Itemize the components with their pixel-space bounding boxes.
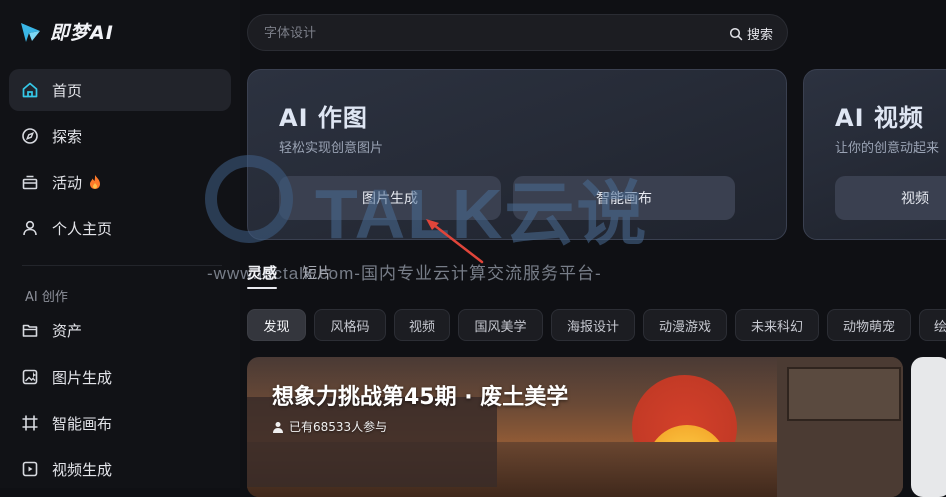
section-title-ai-create: AI 创作 (25, 290, 68, 305)
banner-title: 想象力挑战第45期 · 废土美学 (272, 385, 569, 410)
hero-card-ai-image: AI 作图 轻松实现创意图片 图片生成 智能画布 (247, 69, 787, 240)
sidebar-item-canvas[interactable]: 智能画布 (9, 402, 231, 444)
chip-style-code[interactable]: 风格码 (314, 309, 386, 341)
sidebar-item-label: 活动 (52, 173, 83, 192)
tab-short-film[interactable]: 短片 (302, 262, 332, 283)
image-generate-icon (21, 368, 39, 386)
chip-sci-fi[interactable]: 未来科幻 (735, 309, 819, 341)
gift-icon (21, 173, 39, 191)
person-icon (273, 421, 283, 433)
sidebar-item-label: 个人主页 (52, 219, 113, 238)
sidebar-item-profile[interactable]: 个人主页 (9, 207, 231, 249)
chip-more[interactable]: 绘 (919, 309, 946, 341)
next-banner-card[interactable] (911, 357, 946, 497)
chip-pets[interactable]: 动物萌宠 (827, 309, 911, 341)
participants-count: 已有68533人参与 (289, 420, 388, 434)
sidebar-item-image-generate[interactable]: 图片生成 (9, 356, 231, 398)
app-name: 即梦AI (50, 22, 114, 44)
logo-icon (21, 22, 40, 42)
sidebar-item-label: 图片生成 (52, 368, 113, 387)
chip-video[interactable]: 视频 (394, 309, 450, 341)
tab-active-indicator (247, 287, 277, 289)
video-generate-icon (21, 460, 39, 478)
sidebar-item-video-generate[interactable]: 视频生成 (9, 448, 231, 490)
search-input[interactable] (262, 15, 686, 52)
banner-participants: 已有68533人参与 (272, 418, 387, 435)
video-generate-button[interactable]: 视频 (835, 176, 946, 220)
hero-title: AI 视频 (835, 104, 924, 132)
image-generate-button[interactable]: 图片生成 (279, 176, 501, 220)
sidebar-item-label: 智能画布 (52, 414, 113, 433)
sidebar-item-label: 视频生成 (52, 460, 113, 479)
banner-signboard-decoration (787, 367, 901, 421)
canvas-icon (21, 414, 39, 432)
sidebar-divider (22, 265, 222, 266)
sidebar-item-activity[interactable]: 活动 (9, 161, 231, 203)
chip-anime-games[interactable]: 动漫游戏 (643, 309, 727, 341)
sidebar-item-label: 探索 (52, 127, 83, 146)
hero-title: AI 作图 (279, 104, 368, 132)
user-icon (21, 219, 39, 237)
chip-poster-design[interactable]: 海报设计 (551, 309, 635, 341)
sidebar-item-home[interactable]: 首页 (9, 69, 231, 111)
hero-subtitle: 让你的创意动起来 (835, 141, 940, 156)
hero-subtitle: 轻松实现创意图片 (279, 141, 384, 156)
sidebar-item-label: 首页 (52, 81, 83, 100)
compass-icon (21, 127, 39, 145)
sidebar: 即梦AI 首页 探索 活动 个人主页 AI 创作 资产 图片生成 智能画布 视频… (0, 0, 240, 488)
hero-card-ai-video: AI 视频 让你的创意动起来 视频 (803, 69, 946, 240)
search-button-label: 搜索 (746, 28, 773, 43)
sidebar-item-assets[interactable]: 资产 (9, 309, 231, 351)
fire-icon (90, 175, 101, 189)
search-button[interactable]: 搜索 (729, 24, 773, 43)
folder-icon (21, 321, 39, 339)
sidebar-item-explore[interactable]: 探索 (9, 115, 231, 157)
chip-chinese-style[interactable]: 国风美学 (458, 309, 543, 341)
search-bar: 搜索 (247, 14, 788, 52)
search-icon (729, 27, 743, 40)
sidebar-item-label: 资产 (52, 321, 83, 340)
tab-inspiration[interactable]: 灵感 (247, 262, 277, 283)
chip-discover[interactable]: 发现 (247, 309, 306, 341)
home-icon (21, 81, 39, 99)
challenge-banner[interactable]: 想象力挑战第45期 · 废土美学 已有68533人参与 (247, 357, 903, 497)
app-logo[interactable]: 即梦AI (18, 18, 114, 45)
smart-canvas-button[interactable]: 智能画布 (513, 176, 735, 220)
